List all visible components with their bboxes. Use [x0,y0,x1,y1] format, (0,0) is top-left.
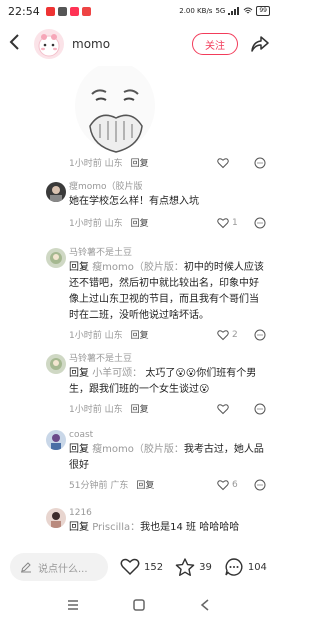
chat-icon[interactable] [254,217,266,229]
follow-button[interactable]: 关注 [192,33,238,55]
reply-word: 回复 [69,262,89,273]
signal-label: 5G [215,7,226,15]
reply-target[interactable]: 瘦momo（胶片版： [92,444,184,455]
comment-time-location: 1小时前 山东 [69,331,123,341]
app-notification-icon [45,6,55,16]
reply-word: 回复 [69,522,89,533]
heart-icon[interactable] [217,329,229,341]
comment-meta: 1小时前 山东 回复 [69,156,266,169]
system-nav-bar [0,590,278,620]
favorite-count: 39 [199,561,212,573]
app-notification-icon [57,6,67,16]
comment-meta: 51分钟前 广东 回复 6 [69,478,266,491]
comment-sticker-image[interactable] [70,66,160,154]
home-icon[interactable] [131,597,147,613]
reply-button[interactable]: 回复 [131,216,149,229]
comment-author[interactable]: 马铃薯不是土豆 [69,352,266,366]
comment-text[interactable]: 回复 瘦momo（胶片版：初中的时候人应该还不错吧，然后初中就比较出名，印象中好… [69,260,266,324]
wifi-icon [244,7,253,14]
chat-icon[interactable] [254,479,266,491]
comment-time-location: 1小时前 山东 [69,159,123,169]
status-time: 22:54 [8,4,40,18]
comment-count: 104 [247,561,267,573]
reply-target[interactable]: 瘦momo（胶片版： [92,262,184,273]
comment-author[interactable]: 马铃薯不是土豆 [69,246,266,260]
like-button[interactable]: 152 [120,558,163,576]
signal-icon [228,7,240,15]
reply-button[interactable]: 回复 [131,328,149,341]
back-icon[interactable] [8,32,28,56]
comment-text[interactable]: 回复 瘦momo（胶片版：我考古过，她人品很好 [69,442,266,474]
avatar[interactable] [46,430,66,450]
bottom-action-bar: 说点什么... 152 39 104 [0,548,278,586]
like-count: 2 [232,329,238,340]
heart-icon[interactable] [217,217,229,229]
app-notification-icon [81,6,91,16]
reply-button[interactable]: 回复 [131,402,149,415]
heart-icon[interactable] [217,157,229,169]
comment-text[interactable]: 回复 Priscilla：我也是14 班 哈哈哈哈 [69,520,266,536]
battery-icon: 99 [256,6,270,16]
avatar[interactable] [46,182,66,202]
share-icon[interactable] [250,34,270,54]
comment-time-location: 1小时前 山东 [69,219,123,229]
comment-meta: 1小时前 山东 回复 2 [69,328,266,341]
status-indicators: 2.00 KB/s 5G 99 [179,6,270,16]
reply-word: 回复 [69,444,89,455]
status-bar: 22:54 2.00 KB/s 5G 99 [0,0,278,22]
comments-button[interactable]: 104 [224,557,267,577]
comment-input[interactable]: 说点什么... [10,553,108,581]
like-count: 152 [144,561,164,573]
reply-button[interactable]: 回复 [136,478,154,491]
chat-icon [225,558,243,576]
status-app-icons [45,6,91,16]
comment-author[interactable]: 瘦momo（胶片版 [69,180,266,194]
header: momo 关注 [0,24,278,64]
comment-text[interactable]: 回复 小羊可颂： 太巧了😮😮你们班有个男生，跟我们班的一个女生谈过😮 [69,366,266,398]
comment-author[interactable]: coast [69,428,266,442]
comment-input-placeholder: 说点什么... [38,563,88,575]
heart-icon [120,558,140,576]
star-icon [175,557,195,576]
avatar[interactable] [34,29,64,59]
comment-time-location: 51分钟前 广东 [69,481,129,491]
comment-time-location: 1小时前 山东 [69,405,123,415]
comment-author[interactable]: 1216 [69,506,266,520]
like-count: 1 [232,217,238,228]
favorite-button[interactable]: 39 [175,557,212,577]
heart-icon[interactable] [217,479,229,491]
comment-meta: 1小时前 山东 回复 1 [69,216,266,229]
pencil-icon [21,562,31,573]
comment-meta: 1小时前 山东 回复 [69,402,266,415]
app-notification-icon [69,6,79,16]
chat-icon[interactable] [254,157,266,169]
reply-target[interactable]: 小羊可颂： [92,368,142,379]
reply-target[interactable]: Priscilla： [92,522,140,533]
comment-text[interactable]: 她在学校怎么样！有点想入坑 [69,194,266,210]
comment-body: 我也是14 班 哈哈哈哈 [140,522,240,533]
header-username[interactable]: momo [72,37,110,51]
chat-icon[interactable] [254,329,266,341]
comment-feed[interactable]: 1小时前 山东 回复 瘦momo（胶片版 她在学校怎么样！有点想入坑 1小时前 … [0,66,278,548]
avatar[interactable] [46,354,66,374]
network-speed: 2.00 KB/s [179,7,213,15]
heart-icon[interactable] [217,403,229,415]
avatar[interactable] [46,248,66,268]
chat-icon[interactable] [254,403,266,415]
menu-icon[interactable] [65,597,81,613]
like-count: 6 [232,479,238,490]
reply-word: 回复 [69,368,89,379]
reply-button[interactable]: 回复 [131,156,149,169]
avatar[interactable] [46,508,66,528]
back-nav-icon[interactable] [197,597,213,613]
